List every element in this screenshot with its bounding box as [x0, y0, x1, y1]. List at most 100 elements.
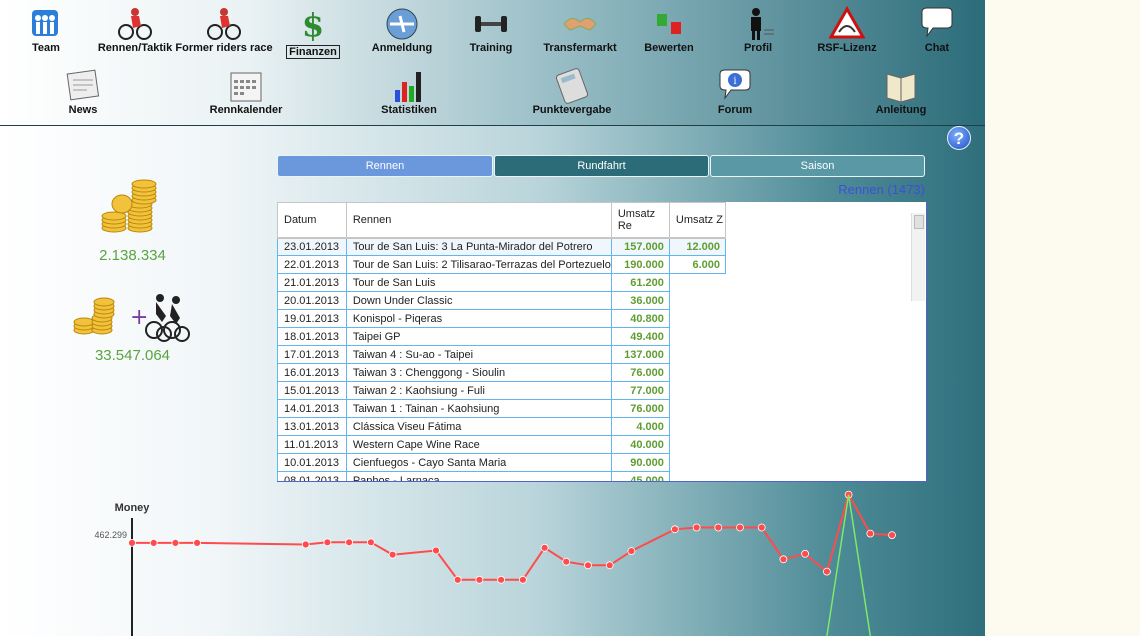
nav-label: Rennkalender: [209, 104, 283, 116]
data-point: [345, 538, 354, 547]
data-point: [671, 525, 679, 534]
cell-revenue-race: 77.000: [610, 381, 670, 400]
nav-label: RSF-Lizenz: [817, 42, 877, 54]
table-row[interactable]: 13.01.2013 Clássica Viseu Fátima 4.000: [277, 417, 726, 436]
scrollbar-thumb[interactable]: [914, 215, 924, 229]
handshake-icon: [530, 6, 630, 42]
nav-former-riders[interactable]: Former riders race: [174, 6, 274, 54]
cell-revenue-spectators: 6.000: [668, 255, 727, 274]
nav-punktevergabe[interactable]: Punktevergabe: [522, 68, 622, 116]
money-chart: Money 462.299: [0, 482, 985, 636]
column-header-umsatz-rennen[interactable]: Umsatz Re: [610, 202, 670, 239]
nav-statistiken[interactable]: Statistiken: [359, 68, 459, 116]
cell-revenue-race: 40.000: [610, 435, 670, 454]
help-icon[interactable]: ?: [947, 126, 971, 150]
nav-anmeldung[interactable]: Anmeldung: [352, 6, 452, 54]
data-point: [432, 546, 440, 555]
data-point: [714, 523, 723, 532]
nav-label: News: [68, 104, 98, 116]
nav-label: Training: [469, 42, 513, 54]
cell-date: 23.01.2013: [277, 237, 347, 256]
nav-chat[interactable]: Chat: [887, 6, 985, 54]
cell-revenue-race: 90.000: [610, 453, 670, 472]
nav-forum[interactable]: i Forum: [685, 68, 785, 116]
cell-revenue-spectators: [669, 364, 725, 382]
race-count: Rennen (1473): [838, 182, 925, 197]
column-header-datum[interactable]: Datum: [277, 202, 347, 239]
table-row[interactable]: 23.01.2013 Tour de San Luis: 3 La Punta-M…: [277, 237, 727, 256]
table-row[interactable]: 19.01.2013 Konispol - Piqeras 40.800: [277, 309, 726, 328]
data-point: [605, 561, 614, 570]
table-row[interactable]: 16.01.2013 Taiwan 3 : Chenggong - Sioulin…: [277, 363, 726, 382]
nav-news[interactable]: News: [33, 68, 133, 116]
cell-race: Taipei GP: [345, 327, 612, 346]
table-row[interactable]: 18.01.2013 Taipei GP 49.400: [277, 327, 726, 346]
newspaper-icon: [33, 68, 133, 104]
nav-label: Bewerten: [644, 42, 694, 54]
plane-icon: [352, 6, 452, 42]
table-row[interactable]: 20.01.2013 Down Under Classic 36.000: [277, 291, 726, 310]
nav-profil[interactable]: Profil: [708, 6, 808, 54]
nav-rsf-lizenz[interactable]: RSF-Lizenz: [797, 5, 897, 54]
nav-bewerten[interactable]: Bewerten: [619, 6, 719, 54]
cell-revenue-race: 40.800: [610, 309, 670, 328]
cyclist-icon: [174, 6, 274, 42]
cell-revenue-race: 4.000: [610, 417, 670, 436]
table-row[interactable]: 11.01.2013 Western Cape Wine Race 40.000: [277, 435, 726, 454]
nav-transfermarkt[interactable]: Transfermarkt: [530, 6, 630, 54]
table-row[interactable]: 15.01.2013 Taiwan 2 : Kaohsiung - Fuli 77.…: [277, 381, 726, 400]
cell-date: 13.01.2013: [277, 417, 347, 436]
data-point: [388, 550, 397, 559]
cell-revenue-race: 76.000: [610, 363, 670, 382]
data-point: [301, 540, 310, 549]
coins-icon: [100, 178, 164, 236]
cell-race: Taiwan 2 : Kaohsiung - Fuli: [345, 381, 612, 400]
cell-revenue-spectators: [669, 436, 725, 454]
y-axis-label: Money: [115, 502, 151, 514]
tab-saison[interactable]: Saison: [710, 155, 925, 177]
data-point: [128, 539, 136, 547]
nav-rennen-taktik[interactable]: Rennen/Taktik: [85, 6, 185, 54]
data-point: [453, 575, 462, 584]
table-scrollbar[interactable]: [911, 213, 925, 301]
table-row[interactable]: 14.01.2013 Taiwan 1 : Tainan - Kaohsiung 7…: [277, 399, 726, 418]
series-line: [826, 494, 872, 636]
svg-text:i: i: [733, 76, 736, 87]
info-bubble-icon: i: [685, 68, 785, 104]
table-row[interactable]: 17.01.2013 Taiwan 4 : Su-ao - Taipei 137.0…: [277, 345, 726, 364]
cell-race: Tour de San Luis: 3 La Punta-Mirador del…: [345, 237, 612, 256]
cell-revenue-race: 137.000: [610, 345, 670, 364]
nav-team[interactable]: Team: [0, 6, 96, 54]
thumbs-icon: [619, 6, 719, 42]
cell-date: 14.01.2013: [277, 399, 347, 418]
cell-revenue-spectators: [669, 292, 725, 310]
table-row[interactable]: 21.01.2013 Tour de San Luis 61.200: [277, 273, 726, 292]
cell-revenue-race: 190.000: [610, 255, 670, 274]
bar-chart-icon: [359, 68, 459, 104]
nav-anleitung[interactable]: Anleitung: [851, 68, 951, 116]
cell-revenue-race: 45.000: [610, 471, 670, 481]
cell-revenue-race: 49.400: [610, 327, 670, 346]
top-navigation: Team Rennen/Taktik Former riders race $ Fina…: [0, 0, 985, 126]
table-row[interactable]: 10.01.2013 Cienfuegos - Cayo Santa Maria 9…: [277, 453, 726, 472]
data-point: [692, 523, 701, 532]
column-header-rennen[interactable]: Rennen: [345, 202, 612, 239]
nav-finanzen[interactable]: $ Finanzen: [263, 6, 363, 60]
cell-date: 18.01.2013: [277, 327, 347, 346]
tab-rennen[interactable]: Rennen: [277, 155, 493, 177]
data-point: [540, 543, 549, 552]
nav-training[interactable]: Training: [441, 6, 541, 54]
data-point: [366, 538, 375, 547]
tab-rundfahrt[interactable]: Rundfahrt: [494, 155, 709, 177]
table-row[interactable]: 22.01.2013 Tour de San Luis: 2 Tilisarao-…: [277, 255, 727, 274]
cell-date: 21.01.2013: [277, 273, 347, 292]
nav-label: Team: [32, 42, 60, 54]
table-row[interactable]: 08.01.2013 Paphos - Larnaca 45.000: [277, 471, 726, 481]
column-header-umsatz-zuschauer[interactable]: Umsatz Z: [668, 202, 727, 239]
data-point: [562, 557, 571, 566]
app-window: Team Rennen/Taktik Former riders race $ Fina…: [0, 0, 985, 636]
cell-race: Down Under Classic: [345, 291, 612, 310]
cell-race: Tour de San Luis: 2 Tilisarao-Terrazas d…: [345, 255, 612, 274]
nav-rennkalender[interactable]: Rennkalender: [196, 68, 296, 116]
races-table: Datum Rennen Umsatz Re Umsatz Z 23.01.20…: [277, 202, 727, 481]
